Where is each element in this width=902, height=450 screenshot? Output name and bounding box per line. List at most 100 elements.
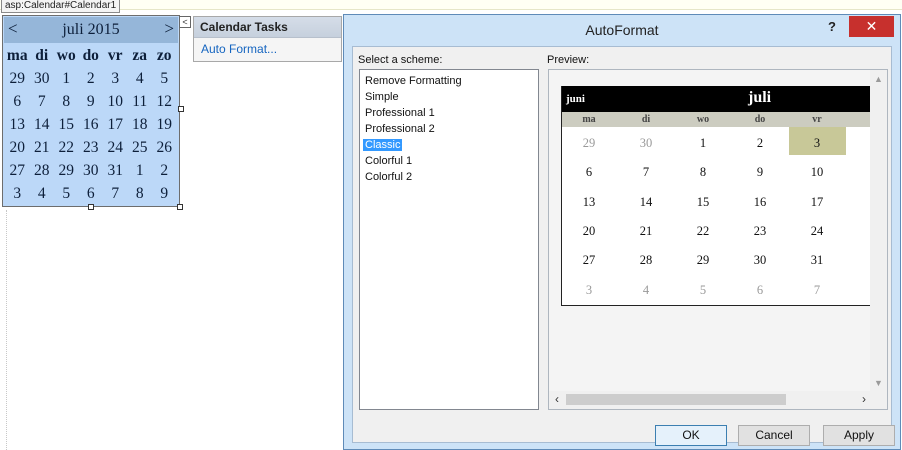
- preview-day: 6: [756, 282, 764, 297]
- calendar-day[interactable]: 10: [103, 93, 128, 111]
- scheme-item[interactable]: Classic: [360, 137, 538, 153]
- calendar-grid: ma di wo do vr za zo 29 30 1 2 3 4 5 6 7 8 9 10 11 12 13 14 15…: [5, 44, 177, 205]
- scheme-item-label: Professional 2: [365, 123, 435, 135]
- scroll-up-icon[interactable]: ▲: [874, 74, 883, 84]
- calendar-day[interactable]: 17: [103, 116, 128, 134]
- ok-button[interactable]: OK: [655, 425, 727, 446]
- calendar-day[interactable]: 2: [152, 162, 177, 180]
- scheme-item-label: Remove Formatting: [365, 75, 462, 87]
- resize-handle-bottom[interactable]: [88, 204, 94, 210]
- scheme-item-label: Classic: [363, 139, 403, 151]
- preview-vertical-scrollbar[interactable]: ▲ ▼: [870, 70, 887, 392]
- preview-day: 9: [756, 165, 764, 180]
- calendar-day[interactable]: 1: [128, 162, 153, 180]
- calendar-day[interactable]: 4: [30, 185, 55, 203]
- calendar-day[interactable]: 5: [152, 70, 177, 88]
- resize-handle-right[interactable]: [178, 106, 184, 112]
- preview-day: 29: [582, 136, 596, 150]
- calendar-day[interactable]: 11: [128, 93, 153, 111]
- preview-day: 4: [642, 282, 650, 297]
- calendar-week: 13 14 15 16 17 18 19: [5, 113, 177, 136]
- scheme-item[interactable]: Professional 2: [360, 121, 538, 137]
- calendar-day[interactable]: 20: [5, 139, 30, 157]
- help-button[interactable]: ?: [828, 19, 836, 34]
- calendar-day[interactable]: 13: [5, 116, 30, 134]
- calendar-day[interactable]: 7: [30, 93, 55, 111]
- scheme-item[interactable]: Colorful 2: [360, 169, 538, 185]
- preview-day: 3: [585, 282, 593, 297]
- calendar-day[interactable]: 30: [30, 70, 55, 88]
- calendar-day[interactable]: 15: [54, 116, 79, 134]
- resize-handle-corner[interactable]: [177, 204, 183, 210]
- calendar-day[interactable]: 4: [128, 70, 153, 88]
- calendar-day[interactable]: 12: [152, 93, 177, 111]
- preview-horizontal-scrollbar[interactable]: ‹ ›: [549, 391, 887, 409]
- scheme-item-label: Colorful 2: [365, 171, 413, 183]
- calendar-day[interactable]: 31: [103, 162, 128, 180]
- preview-day-name: di: [641, 114, 651, 125]
- calendar-day[interactable]: 6: [79, 185, 104, 203]
- calendar-day[interactable]: 1: [54, 70, 79, 88]
- calendar-day[interactable]: 23: [79, 139, 104, 157]
- calendar-day[interactable]: 29: [5, 70, 30, 88]
- calendar-day[interactable]: 29: [54, 162, 79, 180]
- preview-day-name: wo: [696, 114, 710, 125]
- calendar-day[interactable]: 28: [30, 162, 55, 180]
- scroll-right-icon[interactable]: ›: [862, 392, 866, 406]
- calendar-day[interactable]: 25: [128, 139, 153, 157]
- day-name: ma: [6, 46, 28, 64]
- calendar-day[interactable]: 14: [30, 116, 55, 134]
- scheme-item[interactable]: Simple: [360, 89, 538, 105]
- calendar-day[interactable]: 21: [30, 139, 55, 157]
- scroll-down-icon[interactable]: ▼: [874, 378, 883, 388]
- apply-button[interactable]: Apply: [823, 425, 895, 446]
- calendar-day[interactable]: 16: [79, 116, 104, 134]
- preview-day: 30: [753, 253, 767, 268]
- auto-format-link[interactable]: Auto Format...: [194, 38, 341, 60]
- scheme-list[interactable]: Remove Formatting Simple Professional 1 Pro…: [359, 69, 539, 410]
- preview-day: 2: [756, 136, 764, 150]
- cancel-button[interactable]: Cancel: [738, 425, 810, 446]
- calendar-day[interactable]: 3: [103, 70, 128, 88]
- preview-day: 21: [639, 223, 653, 238]
- calendar-day[interactable]: 8: [128, 185, 153, 203]
- dialog-title: AutoFormat: [585, 22, 659, 38]
- preview-current-month: juli: [748, 89, 772, 106]
- calendar-day[interactable]: 18: [128, 116, 153, 134]
- calendar-next-month[interactable]: >: [164, 19, 174, 39]
- calendar-day[interactable]: 7: [103, 185, 128, 203]
- smart-tag-button[interactable]: <: [179, 16, 191, 28]
- preview-day: 3: [813, 136, 821, 150]
- calendar-day[interactable]: 6: [5, 93, 30, 111]
- scheme-item[interactable]: Colorful 1: [360, 153, 538, 169]
- preview-day: 7: [813, 282, 821, 297]
- calendar-title: juli 2015: [62, 21, 120, 38]
- calendar-day[interactable]: 27: [5, 162, 30, 180]
- preview-day: 10: [810, 165, 824, 180]
- calendar-day[interactable]: 24: [103, 139, 128, 157]
- day-name: vr: [107, 46, 123, 64]
- calendar-day[interactable]: 30: [79, 162, 104, 180]
- preview-day: 22: [696, 223, 710, 238]
- preview-day: 7: [642, 165, 650, 180]
- calendar-day[interactable]: 9: [79, 93, 104, 111]
- calendar-day[interactable]: 26: [152, 139, 177, 157]
- calendar-tasks-panel: Calendar Tasks Auto Format...: [193, 16, 342, 62]
- preview-day: 13: [582, 194, 596, 209]
- calendar-day[interactable]: 9: [152, 185, 177, 203]
- calendar-day[interactable]: 2: [79, 70, 104, 88]
- designer-guide-line: [6, 210, 7, 450]
- calendar-day[interactable]: 3: [5, 185, 30, 203]
- calendar-day[interactable]: 5: [54, 185, 79, 203]
- calendar-day[interactable]: 8: [54, 93, 79, 111]
- calendar-day[interactable]: 19: [152, 116, 177, 134]
- scroll-left-icon[interactable]: ‹: [555, 392, 559, 406]
- scroll-thumb[interactable]: [566, 394, 786, 405]
- preview-day: 6: [585, 165, 593, 180]
- scheme-item[interactable]: Remove Formatting: [360, 73, 538, 89]
- close-button[interactable]: ✕: [849, 16, 894, 37]
- designer-calendar[interactable]: < juli 2015 > ma di wo do vr za zo 29 30 1 2 3 4 5 6 7…: [2, 15, 180, 207]
- scheme-item[interactable]: Professional 1: [360, 105, 538, 121]
- calendar-day[interactable]: 22: [54, 139, 79, 157]
- scheme-item-label: Colorful 1: [365, 155, 413, 167]
